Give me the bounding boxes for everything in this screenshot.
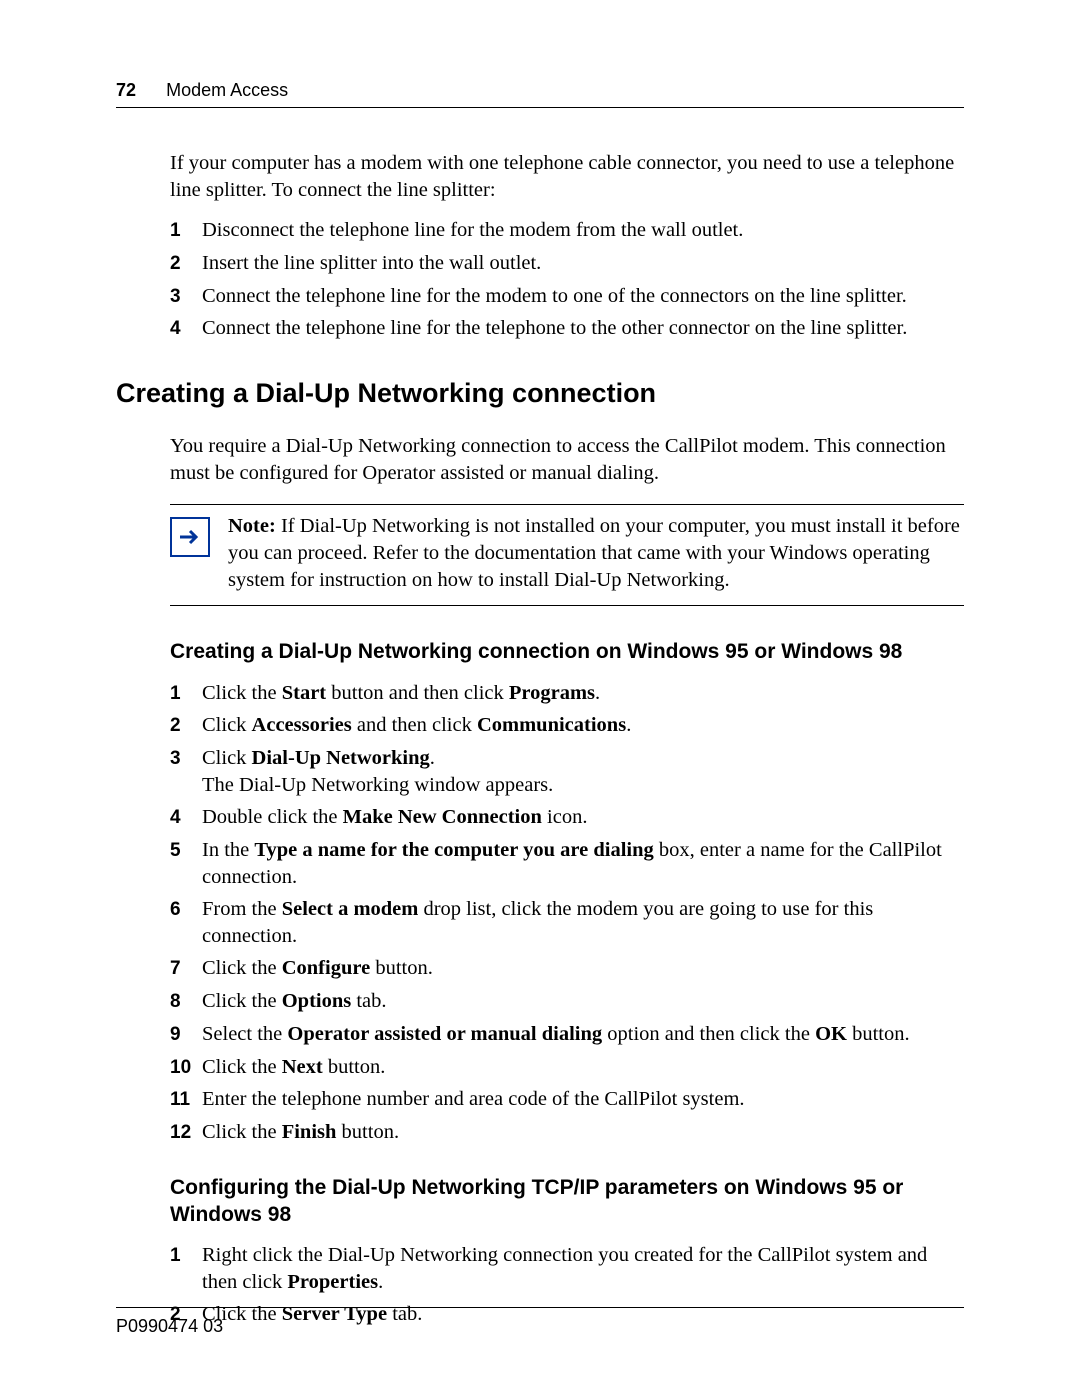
- list-item: 2Click Accessories and then click Commun…: [170, 712, 964, 739]
- subheading-win95-98-tcpip: Configuring the Dial-Up Networking TCP/I…: [170, 1174, 964, 1229]
- step-number: 2: [170, 252, 202, 277]
- list-item: 1Click the Start button and then click P…: [170, 680, 964, 707]
- step-text: Select the Operator assisted or manual d…: [202, 1021, 964, 1048]
- step-number: 1: [170, 682, 202, 707]
- step-text: Click Accessories and then click Communi…: [202, 712, 964, 739]
- list-item: 10Click the Next button.: [170, 1054, 964, 1081]
- list-item: 3Connect the telephone line for the mode…: [170, 283, 964, 310]
- step-number: 2: [170, 714, 202, 739]
- list-item: 8Click the Options tab.: [170, 988, 964, 1015]
- step-text: Connect the telephone line for the modem…: [202, 283, 964, 310]
- step-number: 4: [170, 806, 202, 831]
- list-item: 1Right click the Dial-Up Networking conn…: [170, 1242, 964, 1295]
- step-number: 3: [170, 285, 202, 310]
- document-page: 72 Modem Access If your computer has a m…: [0, 0, 1080, 1397]
- step-number: 5: [170, 839, 202, 864]
- note-body: If Dial-Up Networking is not installed o…: [228, 515, 960, 590]
- list-item: 5In the Type a name for the computer you…: [170, 837, 964, 890]
- header-section-title: Modem Access: [166, 80, 288, 100]
- page-number: 72: [116, 80, 136, 100]
- dialup-intro-paragraph: You require a Dial-Up Networking connect…: [170, 433, 964, 486]
- step-text: Click Dial-Up Networking.The Dial-Up Net…: [202, 745, 964, 798]
- step-text: Double click the Make New Connection ico…: [202, 804, 964, 831]
- list-item: 9Select the Operator assisted or manual …: [170, 1021, 964, 1048]
- step-number: 9: [170, 1023, 202, 1048]
- list-item: 11Enter the telephone number and area co…: [170, 1086, 964, 1113]
- document-id: P0990474 03: [116, 1316, 223, 1336]
- list-item: 7Click the Configure button.: [170, 955, 964, 982]
- step-text: Connect the telephone line for the telep…: [202, 315, 964, 342]
- step-number: 1: [170, 1244, 202, 1269]
- list-item: 4Double click the Make New Connection ic…: [170, 804, 964, 831]
- step-number: 1: [170, 219, 202, 244]
- step-text: Click the Configure button.: [202, 955, 964, 982]
- note-callout: Note: If Dial-Up Networking is not insta…: [170, 504, 964, 606]
- arrow-right-icon: [170, 517, 210, 557]
- step-text: From the Select a modem drop list, click…: [202, 896, 964, 949]
- page-footer: P0990474 03: [116, 1307, 964, 1337]
- page-header: 72 Modem Access: [116, 80, 964, 108]
- line-splitter-steps: 1Disconnect the telephone line for the m…: [170, 217, 964, 342]
- step-number: 12: [170, 1121, 202, 1146]
- step-text: Click the Options tab.: [202, 988, 964, 1015]
- step-number: 6: [170, 898, 202, 923]
- step-number: 7: [170, 957, 202, 982]
- step-number: 10: [170, 1056, 202, 1081]
- step-text: Enter the telephone number and area code…: [202, 1086, 964, 1113]
- step-number: 8: [170, 990, 202, 1015]
- create-connection-steps: 1Click the Start button and then click P…: [170, 680, 964, 1146]
- note-text: Note: If Dial-Up Networking is not insta…: [228, 513, 964, 593]
- heading-creating-connection: Creating a Dial-Up Networking connection: [116, 378, 964, 409]
- list-item: 12Click the Finish button.: [170, 1119, 964, 1146]
- step-text: Disconnect the telephone line for the mo…: [202, 217, 964, 244]
- note-label: Note:: [228, 515, 276, 537]
- list-item: 6From the Select a modem drop list, clic…: [170, 896, 964, 949]
- step-number: 4: [170, 317, 202, 342]
- step-text: Right click the Dial-Up Networking conne…: [202, 1242, 964, 1295]
- step-text: Click the Start button and then click Pr…: [202, 680, 964, 707]
- list-item: 2Insert the line splitter into the wall …: [170, 250, 964, 277]
- list-item: 4Connect the telephone line for the tele…: [170, 315, 964, 342]
- list-item: 1Disconnect the telephone line for the m…: [170, 217, 964, 244]
- step-number: 11: [170, 1088, 202, 1113]
- list-item: 3Click Dial-Up Networking.The Dial-Up Ne…: [170, 745, 964, 798]
- header-line: 72 Modem Access: [116, 80, 288, 100]
- step-text: In the Type a name for the computer you …: [202, 837, 964, 890]
- intro-paragraph: If your computer has a modem with one te…: [170, 150, 964, 203]
- step-text: Click the Finish button.: [202, 1119, 964, 1146]
- step-text: Click the Next button.: [202, 1054, 964, 1081]
- step-text: Insert the line splitter into the wall o…: [202, 250, 964, 277]
- subheading-win95-98-create: Creating a Dial-Up Networking connection…: [170, 638, 964, 665]
- step-number: 3: [170, 747, 202, 772]
